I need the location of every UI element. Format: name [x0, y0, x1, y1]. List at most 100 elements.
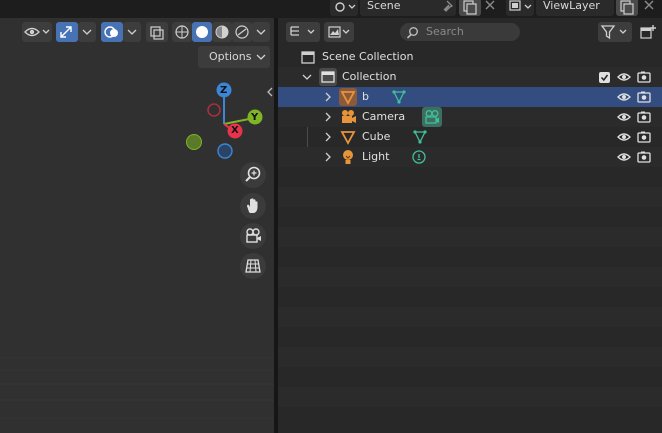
rendered-shading-icon — [235, 25, 249, 39]
search-input[interactable]: Search — [400, 23, 520, 41]
shading-wireframe[interactable] — [172, 22, 192, 42]
chevron-right-icon[interactable] — [323, 112, 333, 122]
eye-icon[interactable] — [617, 71, 631, 83]
outliner-item-camera[interactable]: Camera — [278, 107, 662, 127]
render-camera-icon[interactable] — [637, 70, 651, 84]
gizmo-toggle[interactable] — [56, 22, 78, 42]
outliner-item-cube[interactable]: Cube — [278, 127, 662, 147]
viewlayer-type-dropdown[interactable] — [506, 0, 534, 16]
overlays-dropdown[interactable] — [123, 22, 141, 42]
mesh-data-icon[interactable] — [391, 89, 407, 105]
render-camera-icon[interactable] — [637, 90, 651, 104]
delete-scene-button[interactable] — [483, 0, 497, 14]
empty-row — [278, 327, 662, 347]
new-collection-button[interactable] — [638, 22, 658, 42]
perspective-toggle-button[interactable] — [240, 253, 266, 279]
delete-viewlayer-button[interactable] — [642, 0, 656, 14]
collection-label: Collection — [342, 70, 397, 83]
zoom-button[interactable] — [240, 162, 266, 188]
viewlayer-icon — [509, 0, 532, 11]
viewport-header — [0, 18, 274, 46]
camera-view-button[interactable] — [240, 223, 266, 249]
top-bar: Scene ViewLayer — [0, 0, 662, 18]
empty-row — [278, 247, 662, 267]
camera-icon — [246, 228, 261, 243]
checkbox-checked-icon[interactable] — [599, 72, 610, 83]
shading-material[interactable] — [212, 22, 232, 42]
material-shading-icon — [215, 25, 229, 39]
outliner-item-light[interactable]: Light — [278, 147, 662, 167]
empty-row — [278, 187, 662, 207]
pin-icon[interactable] — [440, 0, 454, 14]
eye-icon — [24, 27, 50, 37]
render-camera-icon[interactable] — [637, 150, 651, 164]
render-camera-icon[interactable] — [637, 110, 651, 124]
gizmo-icon — [60, 26, 72, 38]
chevron-down-icon — [82, 29, 92, 35]
close-icon — [644, 0, 654, 10]
xray-toggle[interactable] — [146, 22, 168, 42]
empty-row — [278, 387, 662, 407]
collection-row[interactable]: Collection — [278, 67, 662, 87]
mesh-object-icon — [340, 131, 356, 145]
scene-collection-row[interactable]: Scene Collection — [278, 47, 662, 67]
eye-icon[interactable] — [617, 131, 631, 143]
camera-data-badge[interactable] — [422, 107, 442, 127]
empty-row — [278, 227, 662, 247]
outliner-icon — [290, 26, 315, 36]
chevron-right-icon[interactable] — [323, 132, 333, 142]
new-viewlayer-button[interactable] — [616, 0, 638, 16]
eye-icon[interactable] — [617, 91, 631, 103]
display-mode-dropdown[interactable] — [286, 22, 320, 42]
options-button[interactable]: Options — [198, 46, 270, 68]
shading-rendered[interactable] — [232, 22, 252, 42]
filter-icon — [600, 25, 627, 40]
visibility-dropdown[interactable] — [22, 22, 52, 42]
empty-row — [278, 167, 662, 187]
empty-row — [278, 287, 662, 307]
overlays-toggle[interactable] — [101, 22, 123, 42]
shading-dropdown[interactable] — [252, 22, 270, 42]
empty-row — [278, 267, 662, 287]
chevron-down-icon[interactable] — [302, 72, 312, 82]
floor-grid — [0, 357, 274, 419]
axis-neg-x-dot[interactable] — [207, 103, 221, 117]
scene-type-dropdown[interactable] — [330, 0, 358, 16]
chevron-right-icon[interactable] — [323, 92, 333, 102]
duplicate-icon — [620, 0, 634, 15]
mesh-data-icon[interactable] — [412, 129, 428, 145]
3d-viewport[interactable]: Options Z Y X — [0, 18, 274, 433]
light-data-icon[interactable] — [411, 149, 427, 165]
wireframe-icon — [175, 25, 189, 39]
hand-icon — [247, 198, 258, 213]
axis-neg-y-dot[interactable] — [186, 134, 202, 150]
overlays-icon — [104, 26, 118, 38]
empty-row — [278, 347, 662, 367]
collection-icon — [321, 71, 335, 83]
pan-button[interactable] — [240, 193, 266, 219]
gizmo-dropdown[interactable] — [78, 22, 96, 42]
outliner-item-b[interactable]: b — [278, 87, 662, 107]
item-label: b — [362, 90, 369, 103]
empty-row — [278, 367, 662, 387]
view-layer-filter-dropdown[interactable] — [324, 22, 354, 42]
axis-z-label: Z — [220, 85, 228, 96]
filter-dropdown[interactable] — [598, 22, 632, 42]
image-icon — [328, 26, 350, 38]
scene-collection-icon — [301, 51, 315, 64]
scene-icon — [335, 2, 356, 12]
eye-icon[interactable] — [617, 151, 631, 163]
new-scene-button[interactable] — [459, 0, 481, 16]
chevron-right-icon[interactable] — [323, 152, 333, 162]
outliner-header: Search — [278, 18, 662, 46]
options-label: Options — [209, 50, 252, 63]
close-icon — [485, 0, 495, 10]
scene-collection-label: Scene Collection — [322, 50, 414, 63]
axis-neg-z-dot[interactable] — [217, 143, 233, 159]
render-camera-icon[interactable] — [637, 130, 651, 144]
item-label: Light — [362, 150, 390, 163]
item-label: Cube — [362, 130, 391, 143]
shading-solid[interactable] — [192, 22, 212, 42]
eye-icon[interactable] — [617, 111, 631, 123]
outliner: Search Scene Collection Collection b Cam… — [278, 18, 662, 433]
